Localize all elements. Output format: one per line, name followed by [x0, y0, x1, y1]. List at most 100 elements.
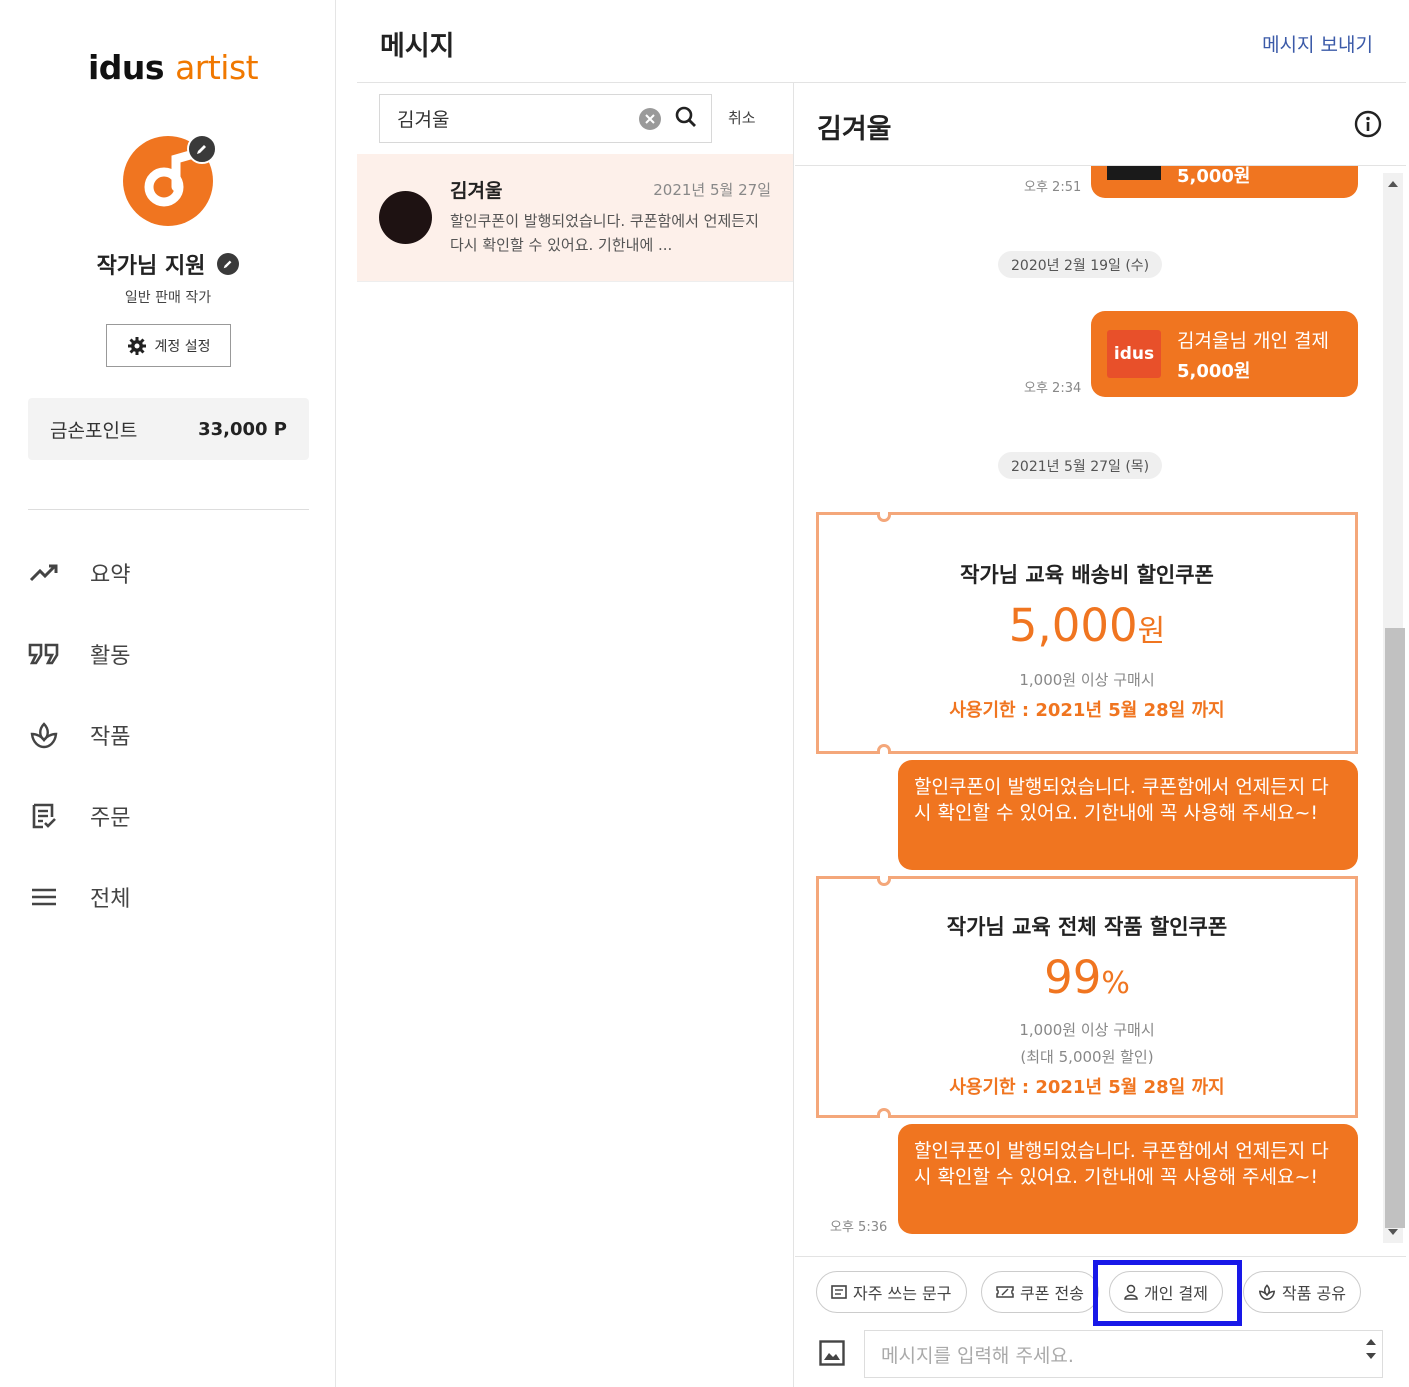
points-value: 33,000 P [198, 418, 287, 440]
scroll-thumb[interactable] [1385, 628, 1405, 1228]
spin-down-icon[interactable] [1366, 1353, 1376, 1359]
gear-icon [127, 336, 146, 355]
coupon-title: 작가님 교육 전체 작품 할인쿠폰 [946, 915, 1228, 939]
chat-header: 김겨울 [795, 83, 1406, 166]
clear-icon[interactable] [639, 107, 661, 130]
text-message-bubble[interactable]: 할인쿠폰이 발행되었습니다. 쿠폰함에서 언제든지 다시 확인할 수 있어요. … [898, 1124, 1358, 1234]
sidebar-item-orders[interactable]: 주문 [28, 775, 309, 856]
text-message-bubble[interactable]: 할인쿠폰이 발행되었습니다. 쿠폰함에서 언제든지 다시 확인할 수 있어요. … [898, 760, 1358, 870]
message-input[interactable]: 메시지를 입력해 주세요. [864, 1330, 1383, 1378]
coupon-condition: 1,000원 이상 구매시 [1019, 671, 1155, 689]
conversation-preview: 할인쿠폰이 발행되었습니다. 쿠폰함에서 언제든지 다시 확인할 수 있어요. … [450, 212, 759, 254]
pencil-icon [224, 260, 232, 269]
payment-amount: 5,000원 [1177, 166, 1251, 187]
search-box[interactable]: 김겨울 [379, 94, 712, 143]
coupon-amount: 5,000원 [819, 601, 1355, 657]
send-message-link[interactable]: 메시지 보내기 [1262, 30, 1373, 57]
avatar-edit-button[interactable] [187, 134, 217, 164]
coupon-title: 작가님 교육 배송비 할인쿠폰 [960, 563, 1214, 587]
coupon-unit: 원 [1137, 614, 1166, 649]
message-time: 오후 2:34 [1024, 381, 1082, 396]
share-product-button[interactable]: 작품 공유 [1243, 1271, 1361, 1313]
conversation-list-panel: 김겨울 취소 김겨울 2021년 5월 27일 할인쿠폰이 발행되었습니다. 쿠… [357, 83, 794, 1387]
search-cancel-button[interactable]: 취소 [728, 107, 756, 128]
date-separator: 2021년 5월 27일 (목) [998, 452, 1163, 479]
send-coupon-button[interactable]: 쿠폰 전송 [981, 1271, 1099, 1313]
account-settings-label: 계정 설정 [154, 338, 211, 355]
input-spinner[interactable] [1366, 1339, 1376, 1359]
coupon-value: 5,000 [1008, 599, 1138, 652]
chat-title: 김겨울 [817, 114, 892, 145]
coupon-notch [877, 512, 891, 522]
message-input-placeholder: 메시지를 입력해 주세요. [881, 1344, 1074, 1367]
chat-panel: 김겨울 5,000원 오후 2:51 2020년 2월 19일 (수) idus… [795, 83, 1406, 1387]
coupon-expire: 사용기한 : 2021년 5월 28일 까지 [949, 1077, 1225, 1098]
conversation-item[interactable]: 김겨울 2021년 5월 27일 할인쿠폰이 발행되었습니다. 쿠폰함에서 언제… [357, 154, 793, 282]
conversation-date: 2021년 5월 27일 [653, 181, 771, 199]
frequent-phrases-button[interactable]: 자주 쓰는 문구 [816, 1271, 967, 1313]
coupon-unit: % [1101, 966, 1130, 1001]
payment-bubble-partial[interactable]: 5,000원 [1091, 166, 1358, 198]
idus-artist-logo[interactable]: idus artist [88, 48, 259, 87]
account-settings-button[interactable]: 계정 설정 [106, 324, 231, 367]
image-attach-icon[interactable] [819, 1340, 845, 1366]
messages-header: 메시지 메시지 보내기 [357, 0, 1406, 83]
name-edit-button[interactable] [217, 253, 240, 275]
search-icon[interactable] [675, 106, 697, 132]
scroll-down-arrow-icon[interactable] [1388, 1229, 1398, 1235]
conversation-name: 김겨울 [450, 180, 503, 202]
sidebar-item-summary[interactable]: 요약 [28, 532, 309, 613]
sidebar-item-label: 주문 [90, 805, 131, 831]
sidebar-item-products[interactable]: 작품 [28, 694, 309, 775]
coupon-card[interactable]: 작가님 교육 전체 작품 할인쿠폰 99% 1,000원 이상 구매시 (최대 … [816, 876, 1358, 1118]
coupon-card[interactable]: 작가님 교육 배송비 할인쿠폰 5,000원 1,000원 이상 구매시 사용기… [816, 512, 1358, 754]
payment-text: 김겨울님 개인 결제 5,000원 [1177, 326, 1329, 383]
leaf-icon [1258, 1284, 1276, 1300]
payment-title: 김겨울님 개인 결제 [1177, 329, 1329, 352]
scroll-up-arrow-icon[interactable] [1388, 181, 1398, 187]
phrase-icon [831, 1285, 847, 1299]
idus-mark-icon [144, 151, 195, 207]
composer: 자주 쓰는 문구 쿠폰 전송 개인 결제 작품 공유 메시지를 입력해 주세요. [795, 1256, 1406, 1387]
sidebar-item-label: 전체 [90, 886, 131, 912]
payment-bubble[interactable]: idus 김겨울님 개인 결제 5,000원 [1091, 311, 1358, 397]
payment-amount: 5,000원 [1177, 360, 1251, 382]
profile-name: 작가님 지원 [96, 254, 206, 279]
search-input[interactable]: 김겨울 [397, 105, 639, 132]
sidebar-item-activity[interactable]: 활동 [28, 613, 309, 694]
sidebar-item-label: 활동 [90, 643, 131, 669]
message-time: 오후 2:51 [1024, 180, 1082, 195]
points-label: 금손포인트 [50, 419, 138, 442]
coupon-condition: 1,000원 이상 구매시 [1019, 1021, 1155, 1039]
quote-icon [28, 638, 60, 670]
coupon-notch [877, 744, 891, 754]
sidebar-item-label: 작품 [90, 724, 131, 750]
sidebar-item-all[interactable]: 전체 [28, 856, 309, 937]
chip-label: 자주 쓰는 문구 [853, 1284, 952, 1303]
sidebar-nav: 요약 활동 작품 주문 전체 [28, 532, 309, 937]
coupon-value: 99 [1044, 951, 1102, 1004]
spin-up-icon[interactable] [1366, 1339, 1376, 1345]
pencil-icon [197, 145, 206, 154]
order-list-icon [28, 800, 60, 832]
chip-label: 쿠폰 전송 [1020, 1284, 1084, 1303]
sidebar-item-label: 요약 [90, 562, 131, 588]
coupon-notch [877, 1108, 891, 1118]
coupon-icon [996, 1286, 1014, 1298]
scrollbar[interactable] [1383, 173, 1405, 1243]
info-icon[interactable] [1354, 110, 1382, 138]
menu-icon [28, 881, 60, 913]
profile-avatar [123, 134, 217, 226]
profile-name-row: 작가님 지원 [0, 248, 336, 280]
coupon-notch [877, 876, 891, 886]
sidebar: idus artist 작가님 지원 일반 판매 작가 계정 설정 금손포인트 … [0, 0, 336, 1387]
message-thread: 5,000원 오후 2:51 2020년 2월 19일 (수) idus 김겨울… [795, 166, 1406, 1256]
points-box[interactable]: 금손포인트 33,000 P [28, 398, 309, 460]
chip-label: 작품 공유 [1282, 1284, 1346, 1303]
coupon-expire: 사용기한 : 2021년 5월 28일 까지 [949, 700, 1225, 721]
leaf-icon [28, 719, 60, 751]
avatar [379, 191, 432, 244]
page-title: 메시지 [380, 31, 455, 62]
trending-up-icon [28, 557, 60, 589]
coupon-amount: 99% [819, 953, 1355, 1009]
